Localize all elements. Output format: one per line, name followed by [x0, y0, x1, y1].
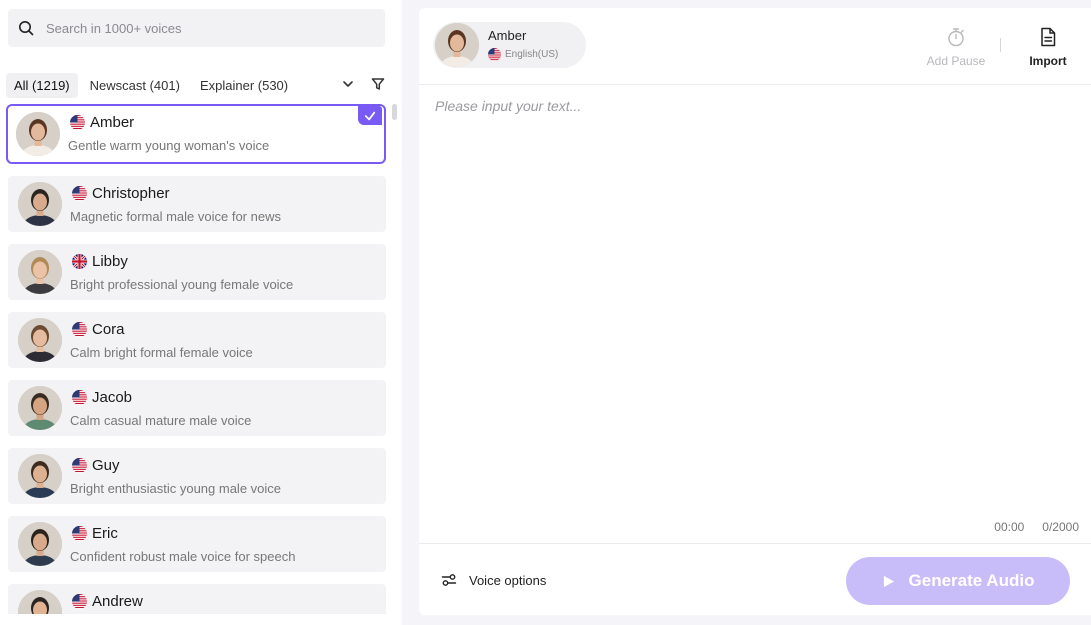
timer-icon [948, 28, 964, 47]
char-count: 0/2000 [1042, 520, 1079, 534]
tab-explainer[interactable]: Explainer (530) [192, 73, 296, 98]
us-flag-icon [72, 322, 87, 337]
voice-description: Bright enthusiastic young male voice [70, 481, 282, 496]
voice-options-button[interactable]: Voice options [441, 572, 546, 588]
voice-name: Andrew [92, 593, 143, 610]
voice-list: Amber Gentle warm young woman's voice Chri… [6, 104, 386, 614]
us-flag-icon [72, 390, 87, 405]
voice-description: Calm casual mature male voice [70, 413, 252, 428]
avatar [18, 454, 62, 498]
voice-name: Amber [90, 114, 135, 131]
text-input[interactable] [419, 86, 1091, 516]
search-box [8, 9, 385, 47]
editor-panel: Amber English(US) Add Pause Import Pleas… [419, 8, 1091, 615]
us-flag-icon [72, 526, 87, 541]
generate-audio-button[interactable]: Generate Audio [846, 557, 1070, 605]
voice-list-panel: All (1219) Newscast (401) Explainer (530… [0, 0, 402, 625]
voice-options-label: Voice options [469, 572, 547, 588]
scrollbar-thumb[interactable] [392, 104, 397, 120]
filter-icon[interactable] [370, 76, 386, 92]
divider [1000, 38, 1001, 52]
generate-audio-label: Generate Audio [908, 571, 1035, 590]
current-voice-chip[interactable]: Amber English(US) [433, 22, 586, 68]
import-label: Import [1029, 54, 1067, 68]
editor-header: Amber English(US) Add Pause Import [419, 8, 1091, 85]
us-flag-icon [488, 48, 501, 61]
voice-description: Magnetic formal male voice for news [70, 209, 281, 224]
us-flag-icon [72, 458, 87, 473]
duration-readout: 00:00 [994, 520, 1025, 534]
avatar [18, 522, 62, 566]
play-icon [883, 575, 894, 587]
voice-card-christopher[interactable]: Christopher Magnetic formal male voice fo… [8, 176, 386, 232]
avatar [435, 23, 479, 67]
voice-card-jacob[interactable]: Jacob Calm casual mature male voice [8, 380, 386, 436]
search-icon [19, 21, 34, 36]
category-tabs: All (1219) Newscast (401) Explainer (530… [6, 72, 386, 98]
voice-description: Gentle warm young woman's voice [68, 138, 270, 153]
tab-newscast[interactable]: Newscast (401) [82, 73, 188, 98]
us-flag-icon [72, 594, 87, 609]
us-flag-icon [72, 186, 87, 201]
search-input[interactable] [46, 20, 346, 36]
uk-flag-icon [72, 254, 87, 269]
voice-name: Christopher [92, 185, 170, 202]
avatar [18, 386, 62, 430]
voice-name: Jacob [92, 389, 133, 406]
import-button[interactable]: Import [1019, 26, 1077, 68]
voice-name: Libby [92, 253, 128, 270]
add-pause-button[interactable]: Add Pause [919, 26, 993, 68]
checkmark-icon [358, 106, 382, 125]
avatar [18, 182, 62, 226]
voice-card-andrew[interactable]: Andrew [8, 584, 386, 614]
voice-name: Cora [92, 321, 125, 338]
sliders-icon [441, 574, 457, 586]
tab-all[interactable]: All (1219) [6, 72, 78, 98]
editor-footer: Voice options Generate Audio [419, 543, 1091, 615]
current-voice-language: English(US) [505, 49, 559, 60]
current-voice-name: Amber [488, 28, 527, 43]
us-flag-icon [70, 115, 85, 130]
avatar [18, 318, 62, 362]
counters: 00:00 0/2000 [994, 520, 1079, 534]
voice-name: Guy [92, 457, 120, 474]
add-pause-label: Add Pause [926, 54, 986, 68]
avatar [18, 250, 62, 294]
voice-card-cora[interactable]: Cora Calm bright formal female voice [8, 312, 386, 368]
document-icon [1041, 27, 1056, 47]
voice-card-guy[interactable]: Guy Bright enthusiastic young male voice [8, 448, 386, 504]
chevron-down-icon[interactable] [340, 76, 356, 92]
voice-name: Eric [92, 525, 118, 542]
voice-description: Bright professional young female voice [70, 277, 294, 292]
avatar [18, 590, 62, 614]
voice-card-libby[interactable]: Libby Bright professional young female vo… [8, 244, 386, 300]
avatar [16, 112, 60, 156]
voice-description: Confident robust male voice for speech [70, 549, 296, 564]
voice-card-amber[interactable]: Amber Gentle warm young woman's voice [6, 104, 386, 164]
voice-card-eric[interactable]: Eric Confident robust male voice for spee… [8, 516, 386, 572]
voice-description: Calm bright formal female voice [70, 345, 253, 360]
